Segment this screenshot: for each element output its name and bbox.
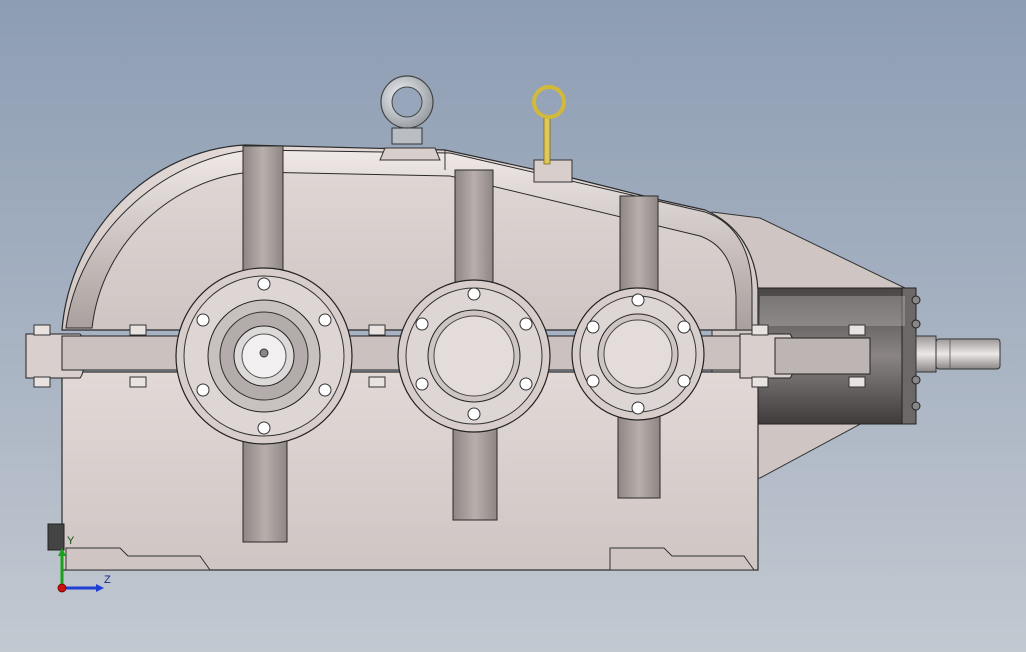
bearing-cap-input[interactable] (175, 267, 353, 445)
gearbox-model[interactable] (0, 0, 1026, 652)
axis-z-label: Z (104, 574, 111, 586)
output-shaft[interactable] (915, 335, 1001, 373)
bearing-cap-output[interactable] (571, 287, 705, 421)
bearing-cap-intermediate[interactable] (397, 279, 551, 433)
axis-y-label: Y (67, 535, 75, 547)
lifting-eyebolt[interactable] (379, 75, 441, 161)
drain-plug[interactable] (47, 523, 65, 551)
cad-viewport[interactable]: Y Z (0, 0, 1026, 652)
oil-dipstick[interactable] (532, 85, 573, 183)
